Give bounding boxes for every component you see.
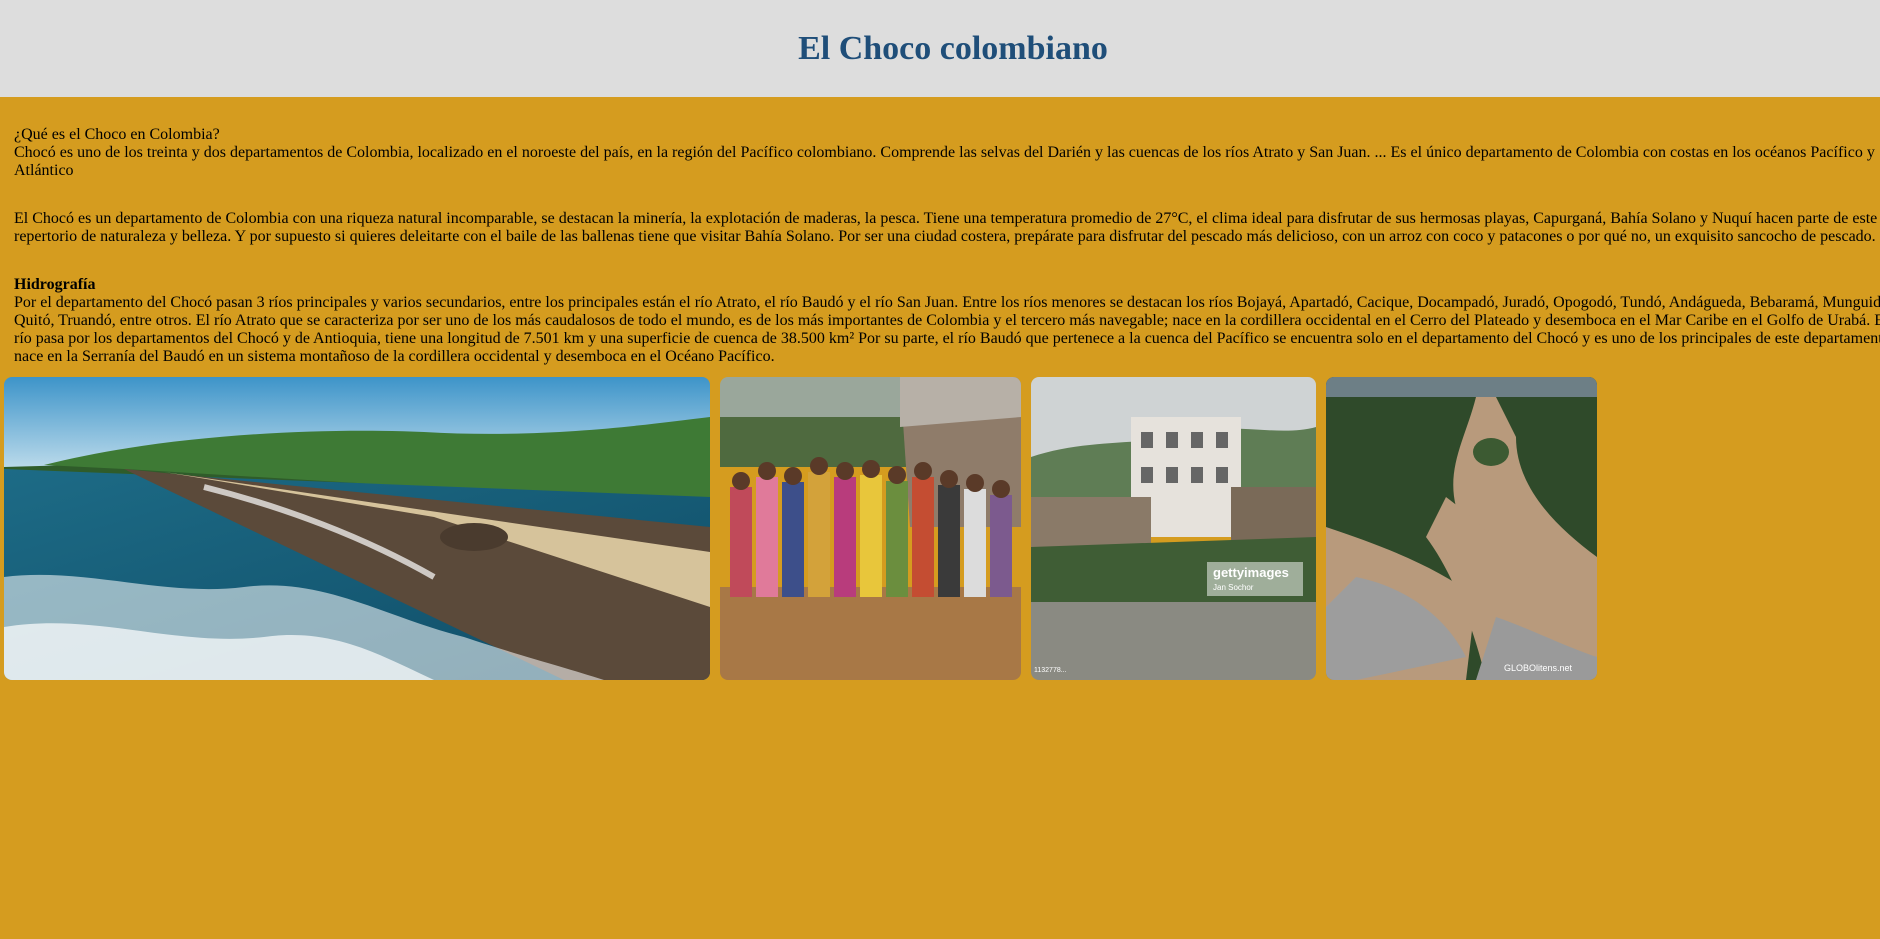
intro-question: ¿Qué es el Choco en Colombia? bbox=[14, 126, 220, 143]
hydrography-text: Por el departamento del Chocó pasan 3 rí… bbox=[14, 294, 1880, 365]
beach-coast-photo bbox=[4, 377, 710, 680]
globo-watermark: GLOBOlitens.net bbox=[1504, 663, 1573, 673]
hydrography-paragraph: Hidrografía Por el departamento del Chocó… bbox=[14, 276, 1880, 366]
aerial-river-photo: GLOBOlitens.net bbox=[1326, 377, 1597, 680]
page-title: El Choco colombiano bbox=[798, 29, 1108, 67]
hydrography-heading: Hidrografía bbox=[14, 276, 96, 293]
riverside-town-photo: gettyimages Jan Sochor 1132778... bbox=[1031, 377, 1316, 680]
intro-answer: Chocó es uno de los treinta y dos depart… bbox=[14, 144, 1875, 179]
tourism-paragraph: El Chocó es un departamento de Colombia … bbox=[14, 210, 1878, 245]
getty-credit: Jan Sochor bbox=[1213, 583, 1254, 592]
intro-paragraph: ¿Qué es el Choco en Colombia? Chocó es un… bbox=[14, 126, 1880, 180]
getty-image-id: 1132778... bbox=[1034, 667, 1067, 674]
page-header: El Choco colombiano bbox=[0, 0, 1880, 97]
community-group-photo bbox=[720, 377, 1021, 680]
getty-watermark: gettyimages bbox=[1213, 565, 1289, 580]
